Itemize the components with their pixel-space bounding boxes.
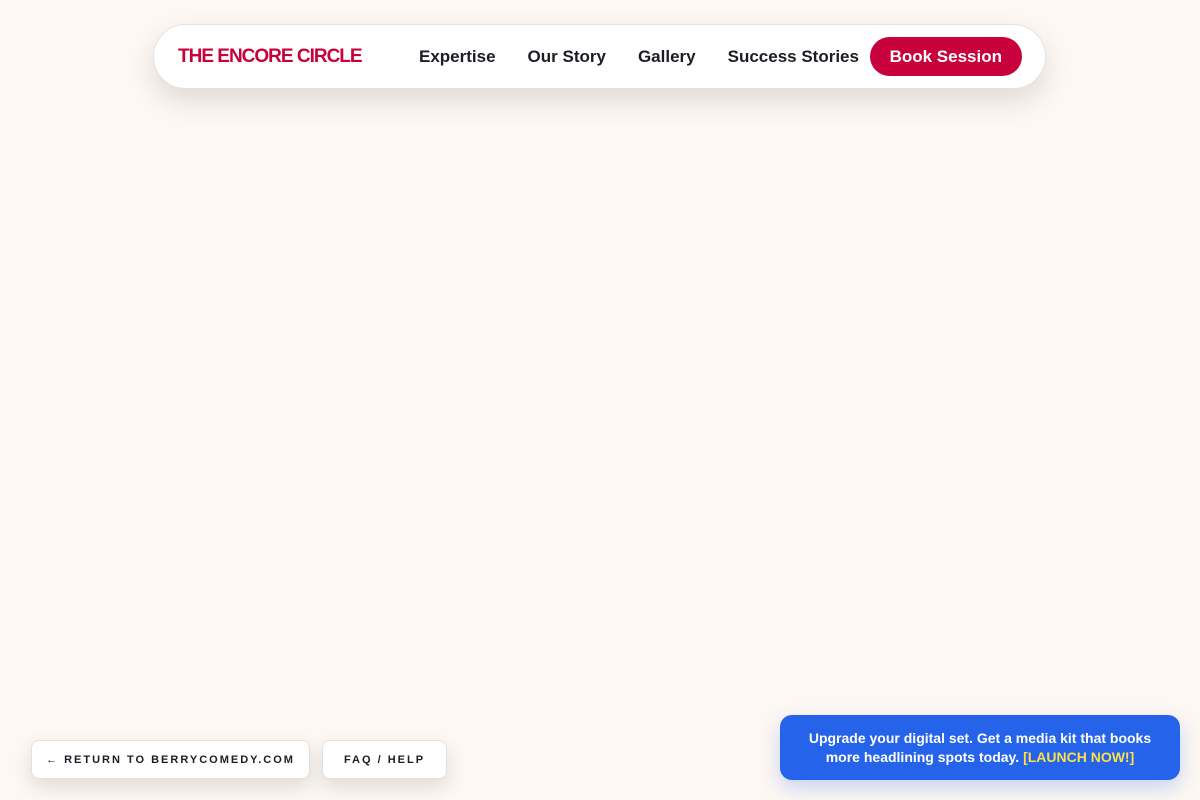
top-navbar: THE ENCORE CIRCLE Expertise Our Story Ga… (153, 24, 1046, 89)
book-session-button[interactable]: Book Session (869, 37, 1022, 76)
nav-links: Expertise Our Story Gallery Success Stor… (419, 47, 859, 67)
nav-link-success-stories[interactable]: Success Stories (728, 47, 859, 67)
page: THE ENCORE CIRCLE Expertise Our Story Ga… (0, 0, 1200, 800)
nav-link-gallery[interactable]: Gallery (638, 47, 696, 67)
launch-now-link[interactable]: [LAUNCH NOW!] (1023, 749, 1134, 765)
nav-link-expertise[interactable]: Expertise (419, 47, 496, 67)
nav-link-our-story[interactable]: Our Story (528, 47, 606, 67)
brand-logo[interactable]: THE ENCORE CIRCLE (178, 46, 363, 68)
return-to-site-button[interactable]: ← RETURN TO BERRYCOMEDY.COM (31, 740, 310, 779)
faq-help-button[interactable]: FAQ / HELP (322, 740, 447, 779)
promo-content: Upgrade your digital set. Get a media ki… (798, 729, 1162, 767)
promo-banner: Upgrade your digital set. Get a media ki… (780, 715, 1180, 780)
